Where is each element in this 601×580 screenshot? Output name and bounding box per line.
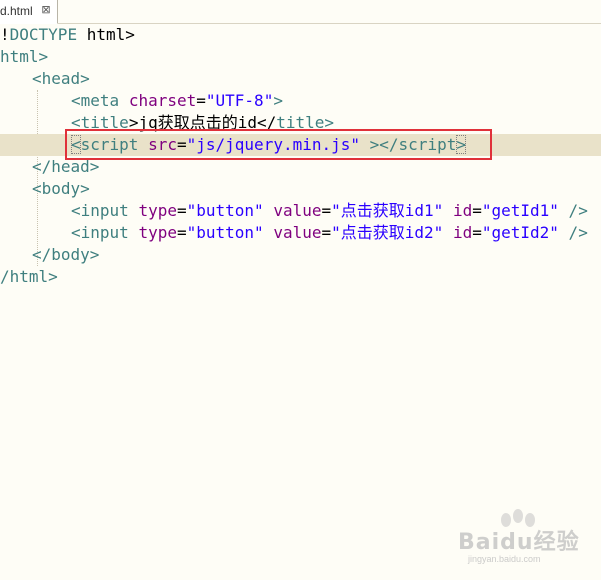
tab-bar: d.html ⊠ <box>0 0 601 24</box>
highlight-box <box>65 129 492 160</box>
code-line-10: <input type="button" value="点击获取id2" id=… <box>71 223 588 242</box>
token: > <box>273 91 283 110</box>
token: > <box>48 267 58 286</box>
token: < <box>71 223 81 242</box>
token: value <box>273 201 322 220</box>
code-line-11: </body> <box>32 244 99 266</box>
watermark-url: jingyan.baidu.com <box>468 554 541 564</box>
token: </ <box>32 245 52 264</box>
token: head <box>41 69 81 88</box>
token: "button" <box>186 201 264 220</box>
tab-title: d.html <box>0 4 33 18</box>
token: input <box>80 223 129 242</box>
token: "button" <box>186 223 264 242</box>
token: < <box>32 179 42 198</box>
token: < <box>71 91 81 110</box>
token: > <box>89 245 100 264</box>
token: input <box>80 201 129 220</box>
token: </ <box>32 157 52 176</box>
token: "UTF-8" <box>205 91 274 110</box>
token: "点击获取id1" <box>331 201 444 220</box>
token: id <box>452 223 473 242</box>
token: html> <box>0 47 49 66</box>
token: type <box>138 201 177 220</box>
token: > <box>80 69 90 88</box>
token: > <box>80 179 90 198</box>
token: value <box>273 223 322 242</box>
code-line-9: <input type="button" value="点击获取id1" id=… <box>71 201 588 220</box>
token: < <box>71 201 81 220</box>
token: "getId1" <box>481 201 559 220</box>
token: = <box>196 91 206 110</box>
code-line-4: <meta charset="UTF-8"> <box>71 90 283 112</box>
code-line-2: html> <box>0 46 48 68</box>
token: meta <box>80 91 120 110</box>
tab-file[interactable]: d.html ⊠ <box>0 0 58 24</box>
token: DOCTYPE <box>9 25 78 44</box>
close-icon[interactable]: ⊠ <box>40 3 52 17</box>
watermark-logo: Baidu经验 jingyan.baidu.com <box>458 509 598 570</box>
token: /> <box>558 201 588 220</box>
token: html <box>77 25 126 44</box>
code-line-12: /html> <box>0 266 58 288</box>
token: html <box>9 267 49 286</box>
watermark-brand: Baidu经验 <box>458 530 580 555</box>
token: > <box>125 25 135 44</box>
code-line-1: !DOCTYPE html> <box>0 24 135 46</box>
token: body <box>41 179 81 198</box>
token: /> <box>558 223 588 242</box>
token: charset <box>128 91 197 110</box>
code-line-8: <body> <box>32 178 90 200</box>
code-line-3: <head> <box>32 68 90 90</box>
token: id <box>452 201 473 220</box>
code-editor[interactable]: !DOCTYPE html> html> <head> <meta charse… <box>0 24 601 580</box>
token: type <box>138 223 177 242</box>
token: / <box>0 267 10 286</box>
token: body <box>51 245 90 264</box>
token: ! <box>0 25 10 44</box>
token: "点击获取id2" <box>331 223 444 242</box>
token: "getId2" <box>481 223 559 242</box>
editor-window: d.html ⊠ !DOCTYPE html> html> <head> <me… <box>0 0 601 580</box>
token: < <box>32 69 42 88</box>
